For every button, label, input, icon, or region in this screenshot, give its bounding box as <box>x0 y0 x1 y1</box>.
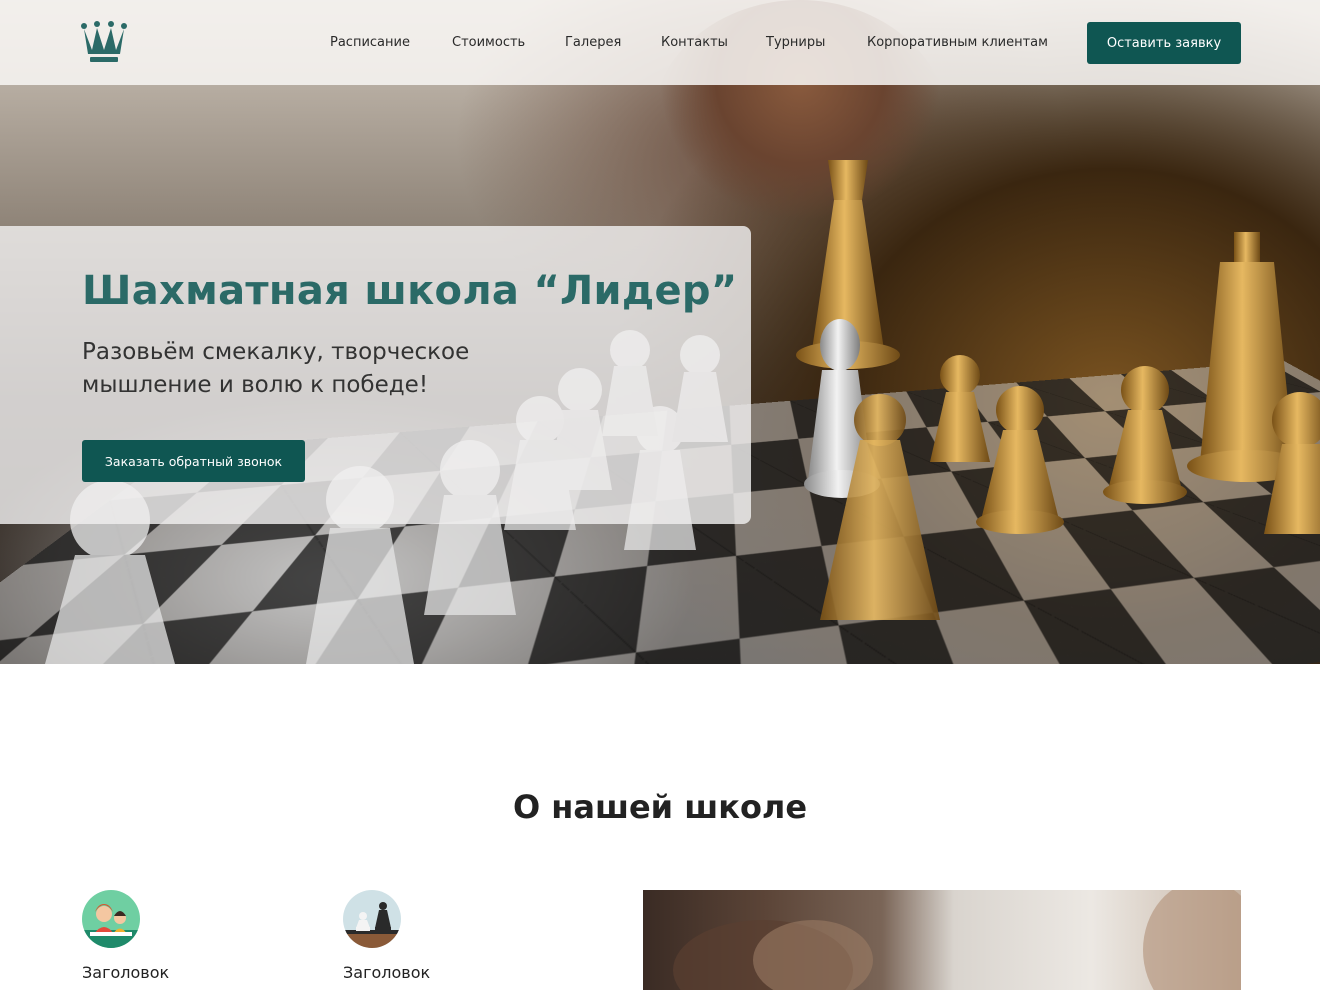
feature-label: Заголовок <box>82 963 170 982</box>
feature-item: Заголовок <box>82 890 282 982</box>
about-title: О нашей школе <box>512 788 808 826</box>
children-icon <box>82 890 140 948</box>
feature-item: Заголовок <box>343 890 543 982</box>
hero-subtitle: Разовьём смекалку, творческое мышление и… <box>82 339 470 398</box>
chess-pieces-icon <box>343 890 401 948</box>
nav-corporate[interactable]: Корпоративным клиентам <box>867 35 1048 50</box>
site-header: Расписание Стоимость Галерея Контакты Ту… <box>0 0 1320 85</box>
nav-prices[interactable]: Стоимость <box>452 35 525 50</box>
feature-label: Заголовок <box>343 963 431 982</box>
nav-contacts[interactable]: Контакты <box>661 35 728 50</box>
callback-button[interactable]: Заказать обратный звонок <box>82 440 305 482</box>
nav-gallery[interactable]: Галерея <box>565 35 621 50</box>
nav-tournaments[interactable]: Турниры <box>766 35 825 50</box>
leave-request-button[interactable]: Оставить заявку <box>1087 22 1241 64</box>
crown-icon[interactable] <box>80 20 128 64</box>
hero-title: Шахматная школа “Лидер” <box>82 268 738 314</box>
school-photo <box>643 890 1241 990</box>
nav-schedule[interactable]: Расписание <box>330 35 410 50</box>
